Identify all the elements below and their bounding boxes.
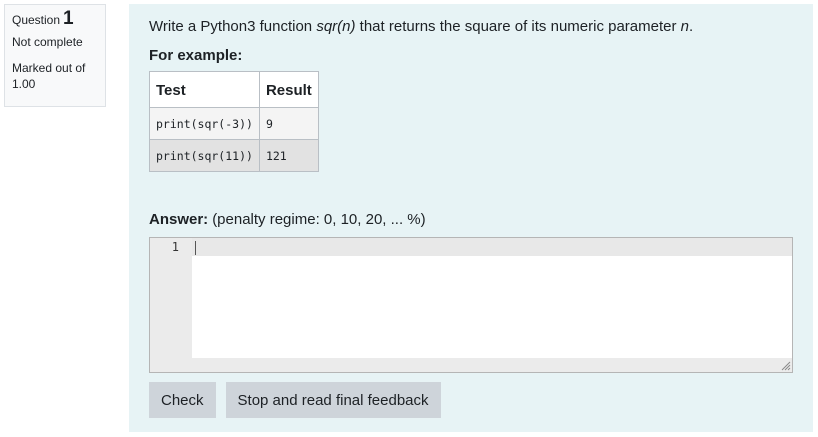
result-cell: 121	[258, 139, 319, 172]
header-result: Result	[258, 71, 319, 108]
examples-table: Test Result print(sqr(-3)) 9 print(sqr(1…	[149, 71, 319, 172]
question-text-prefix: Write a Python3 function	[149, 18, 317, 35]
examples-header-row: Test Result	[149, 71, 319, 108]
table-row: print(sqr(-3)) 9	[149, 107, 319, 140]
horizontal-scrollbar[interactable]	[192, 358, 792, 372]
parameter-name: n	[680, 18, 689, 35]
finish-button[interactable]: Stop and read final feedback	[225, 382, 441, 418]
question-grade: Marked out of 1.00	[12, 61, 86, 91]
question-text: Write a Python3 function sqr(n) that ret…	[149, 17, 793, 37]
resize-handle-icon[interactable]	[779, 359, 791, 371]
action-buttons: Check Stop and read final feedback	[149, 382, 793, 418]
question-label: Question	[12, 13, 61, 27]
test-cell: print(sqr(11))	[149, 139, 260, 172]
question-content: Write a Python3 function sqr(n) that ret…	[129, 4, 813, 432]
line-number: 1	[171, 240, 179, 254]
code-editor[interactable]: 1	[149, 237, 793, 373]
line-number-gutter: 1	[150, 238, 192, 372]
question-text-suffix: .	[689, 18, 694, 35]
question-number-row: Question 1	[12, 8, 99, 29]
header-test: Test	[149, 71, 260, 108]
text-cursor	[195, 241, 196, 255]
check-button[interactable]: Check	[149, 382, 216, 418]
question-info-panel: Question 1 Not complete Marked out of 1.0…	[4, 4, 106, 107]
answer-heading: Answer: (penalty regime: 0, 10, 20, ... %…	[149, 210, 793, 230]
result-cell: 9	[258, 107, 319, 140]
test-cell: print(sqr(-3))	[149, 107, 260, 140]
penalty-regime: (penalty regime: 0, 10, 20, ... %)	[212, 211, 426, 228]
function-signature: sqr(n)	[316, 18, 356, 35]
active-line-highlight	[192, 238, 792, 256]
for-example-heading: For example:	[149, 47, 243, 64]
question-text-middle: that returns the square of its numeric p…	[355, 18, 681, 35]
answer-label: Answer:	[149, 211, 209, 228]
question-state: Not complete	[12, 35, 83, 49]
question-number: 1	[63, 8, 74, 29]
table-row: print(sqr(11)) 121	[149, 139, 319, 172]
